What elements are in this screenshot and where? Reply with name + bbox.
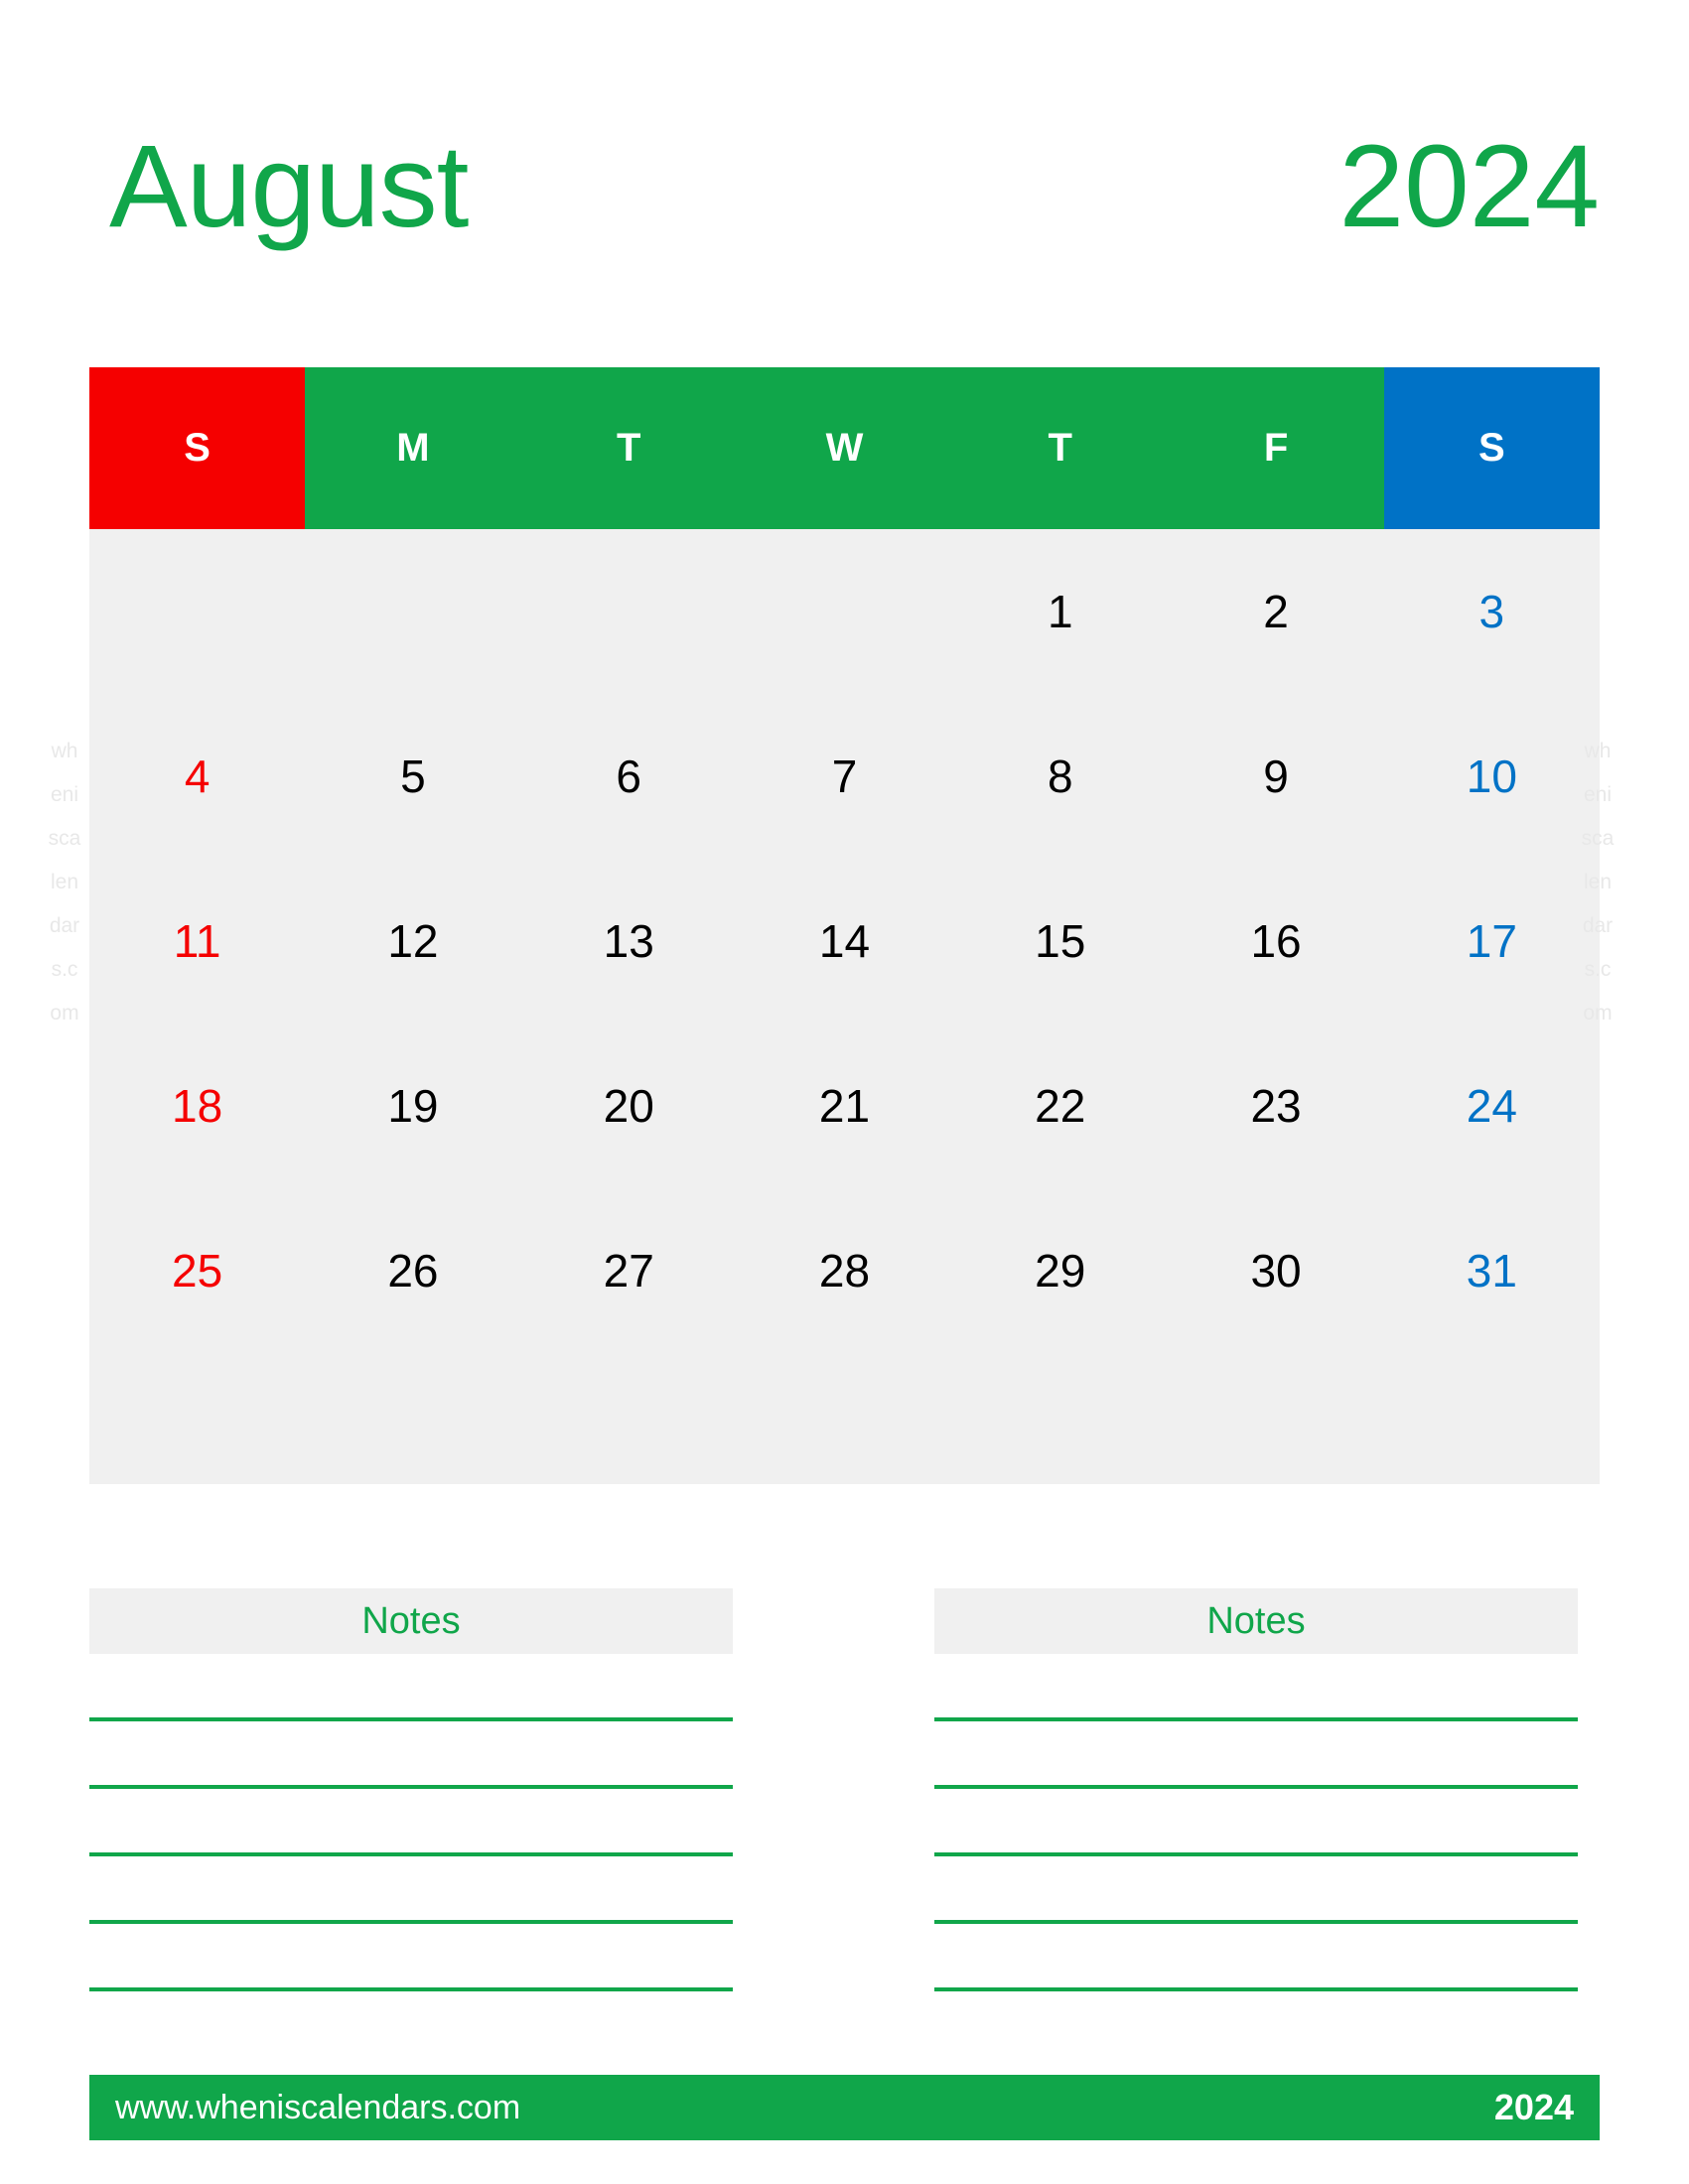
day-cell[interactable]: 7: [737, 694, 952, 859]
calendar-week-row: 11 12 13 14 15 16 17: [89, 859, 1600, 1024]
day-cell[interactable]: 30: [1168, 1188, 1383, 1353]
day-cell[interactable]: 8: [952, 694, 1168, 859]
calendar-grid: S M T W T F S 1 2 3 4 5 6 7 8 9 10 11 12…: [89, 367, 1600, 1484]
day-cell[interactable]: 16: [1168, 859, 1383, 1024]
day-cell[interactable]: [521, 529, 737, 694]
day-cell[interactable]: [89, 529, 305, 694]
footer-bar: www.wheniscalendars.com 2024: [89, 2075, 1600, 2140]
calendar-week-row: 25 26 27 28 29 30 31: [89, 1188, 1600, 1353]
day-cell[interactable]: 20: [521, 1024, 737, 1188]
day-cell[interactable]: 28: [737, 1188, 952, 1353]
day-cell[interactable]: 31: [1384, 1188, 1600, 1353]
weekday-header-saturday: S: [1383, 367, 1600, 529]
day-cell[interactable]: 2: [1168, 529, 1383, 694]
day-cell[interactable]: 5: [305, 694, 520, 859]
notes-write-line[interactable]: [934, 1785, 1578, 1789]
page-title: August 2024: [89, 117, 1600, 256]
day-cell[interactable]: 11: [89, 859, 305, 1024]
notes-write-line[interactable]: [89, 1852, 733, 1856]
day-cell[interactable]: 27: [521, 1188, 737, 1353]
notes-column-right: Notes: [934, 1588, 1578, 1991]
notes-write-line[interactable]: [934, 1920, 1578, 1924]
notes-section: Notes Notes: [89, 1588, 1600, 2015]
day-cell[interactable]: 10: [1384, 694, 1600, 859]
weekday-header-tuesday: T: [520, 367, 737, 529]
calendar-week-row: 4 5 6 7 8 9 10: [89, 694, 1600, 859]
notes-write-line[interactable]: [934, 1852, 1578, 1856]
weekday-header-row: S M T W T F S: [89, 367, 1600, 529]
day-cell[interactable]: 9: [1168, 694, 1383, 859]
day-cell[interactable]: 22: [952, 1024, 1168, 1188]
day-cell[interactable]: 12: [305, 859, 520, 1024]
weekday-header-sunday: S: [89, 367, 306, 529]
day-cell[interactable]: 13: [521, 859, 737, 1024]
notes-label-right: Notes: [934, 1588, 1578, 1654]
notes-write-line[interactable]: [89, 1987, 733, 1991]
footer-year: 2024: [1493, 2087, 1574, 2127]
footer-website-url[interactable]: www.wheniscalendars.com: [115, 2089, 520, 2127]
title-month: August: [109, 121, 469, 252]
day-cell[interactable]: 29: [952, 1188, 1168, 1353]
day-cell[interactable]: 4: [89, 694, 305, 859]
weekday-header-friday: F: [1168, 367, 1384, 529]
day-cell[interactable]: 17: [1384, 859, 1600, 1024]
day-cell[interactable]: 26: [305, 1188, 520, 1353]
day-cell[interactable]: 24: [1384, 1024, 1600, 1188]
notes-label-left: Notes: [89, 1588, 733, 1654]
day-cell[interactable]: 25: [89, 1188, 305, 1353]
day-cell[interactable]: 15: [952, 859, 1168, 1024]
notes-write-line[interactable]: [934, 1987, 1578, 1991]
day-cell[interactable]: 19: [305, 1024, 520, 1188]
day-cell[interactable]: [737, 529, 952, 694]
weekday-header-monday: M: [305, 367, 521, 529]
calendar-week-row: 18 19 20 21 22 23 24: [89, 1024, 1600, 1188]
day-cell[interactable]: 6: [521, 694, 737, 859]
notes-write-line[interactable]: [934, 1717, 1578, 1721]
day-cell[interactable]: 23: [1168, 1024, 1383, 1188]
calendar-weeks: 1 2 3 4 5 6 7 8 9 10 11 12 13 14 15 16 1…: [89, 529, 1600, 1484]
calendar-week-row: 1 2 3: [89, 529, 1600, 694]
day-cell[interactable]: 14: [737, 859, 952, 1024]
day-cell[interactable]: [305, 529, 520, 694]
day-cell[interactable]: 3: [1384, 529, 1600, 694]
notes-write-line[interactable]: [89, 1785, 733, 1789]
weekday-header-thursday: T: [952, 367, 1169, 529]
day-cell[interactable]: 21: [737, 1024, 952, 1188]
day-cell[interactable]: 1: [952, 529, 1168, 694]
watermark-right: wheniscalendars.com: [1581, 740, 1615, 1024]
watermark-left: wheniscalendars.com: [48, 740, 81, 1024]
notes-column-left: Notes: [89, 1588, 733, 1991]
day-cell[interactable]: 18: [89, 1024, 305, 1188]
weekday-header-wednesday: W: [736, 367, 953, 529]
notes-write-line[interactable]: [89, 1717, 733, 1721]
title-year: 2024: [1338, 121, 1600, 252]
calendar-page: August 2024 S M T W T F S 1 2 3 4 5 6 7 …: [0, 0, 1689, 2184]
notes-write-line[interactable]: [89, 1920, 733, 1924]
